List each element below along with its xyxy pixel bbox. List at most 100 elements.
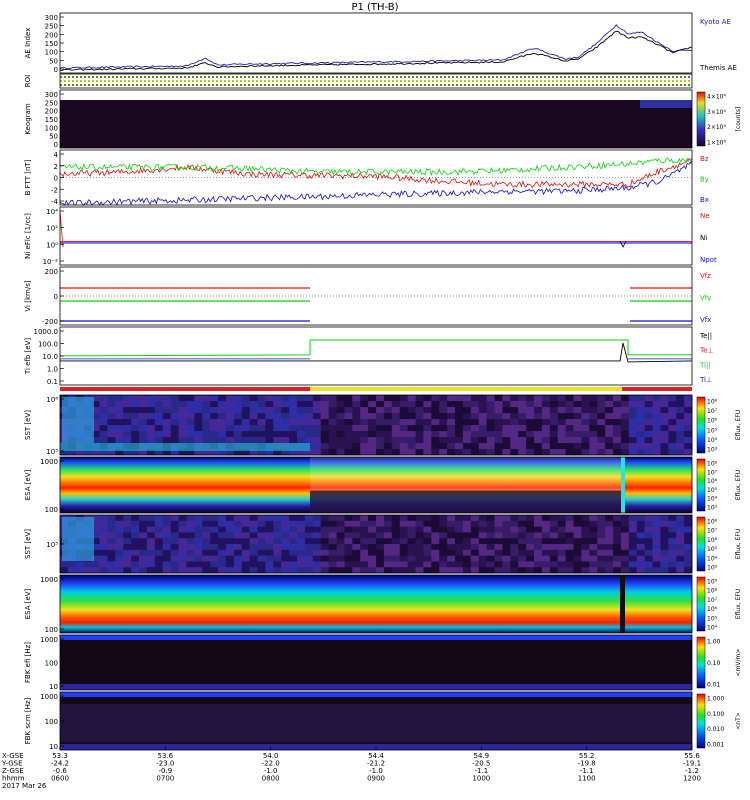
spectrogram-sst1 xyxy=(60,395,693,456)
spectrogram-cell xyxy=(273,520,282,528)
spectrogram-cell xyxy=(154,567,164,574)
spectrogram-cell xyxy=(573,567,582,574)
spectrogram-cell xyxy=(565,526,574,533)
spectrogram-cell xyxy=(573,449,582,456)
spectrogram-cell xyxy=(447,532,456,539)
spectrogram-cell xyxy=(289,532,298,539)
spectrogram-cell xyxy=(99,561,108,568)
spectrogram-cell xyxy=(478,425,488,432)
spectrogram-cell xyxy=(399,401,409,408)
spectrogram-cell xyxy=(186,425,195,432)
spectrogram-cell xyxy=(541,407,551,414)
spectrogram-cell xyxy=(344,431,353,438)
spectrogram-cell xyxy=(581,449,590,456)
spectrogram-cell xyxy=(557,538,567,545)
spectrogram-cell xyxy=(233,425,243,432)
spectrogram-cell xyxy=(194,567,203,574)
spectrogram-cell xyxy=(549,395,559,402)
spectrogram-cell xyxy=(107,431,116,438)
spectrogram-cell xyxy=(462,449,472,456)
spectrogram-cell xyxy=(170,567,179,574)
spectrogram-cell xyxy=(534,443,543,450)
spectrogram-cell xyxy=(304,532,314,539)
spectrogram-cell xyxy=(478,538,488,545)
spectrogram-cell xyxy=(684,520,693,528)
colorbar-label: 10⁹ xyxy=(707,579,718,586)
spectrogram-cell xyxy=(320,413,330,420)
spectrogram-cell xyxy=(534,561,543,568)
colorbar-title: [counts] xyxy=(735,107,742,132)
spectrogram-cell xyxy=(470,549,480,557)
spectrogram-cell xyxy=(170,413,179,420)
spectrogram-cell xyxy=(170,437,179,444)
spectrogram-cell xyxy=(257,532,266,539)
spectrogram-cell xyxy=(202,520,211,528)
spectrogram-cell xyxy=(510,526,519,533)
spectrogram-cell xyxy=(123,555,132,562)
colorbar-label: 10⁴ xyxy=(707,625,718,632)
spectrogram-cell xyxy=(218,549,227,557)
spectrogram-cell xyxy=(407,520,416,528)
spectrogram-cell xyxy=(581,431,590,438)
spectrogram-cell xyxy=(486,555,495,562)
series-line-themis-ae xyxy=(59,30,692,72)
spectrogram-cell xyxy=(644,407,653,414)
spectrogram-cell xyxy=(494,555,503,562)
spectrogram-cell xyxy=(439,526,448,533)
spectrogram-cell xyxy=(423,401,432,408)
spectrogram-cell xyxy=(478,413,488,420)
spectrogram-cell xyxy=(597,437,606,444)
spectrogram-cell xyxy=(407,515,416,522)
spectrogram-cell xyxy=(186,526,195,533)
spectrogram-cell xyxy=(502,515,511,522)
spectrogram-cell xyxy=(502,425,511,432)
spectrogram-cell xyxy=(344,544,353,551)
spectrogram-cell xyxy=(526,555,535,562)
legend-entry: Bz xyxy=(700,155,709,163)
spectrogram-cell xyxy=(194,395,203,402)
colorbar-label: 10⁷ xyxy=(707,408,718,415)
spectrogram-cell xyxy=(541,549,551,557)
spectrogram-cell xyxy=(376,555,385,562)
spectrogram-cell xyxy=(368,401,377,408)
spectrogram-cell xyxy=(123,561,132,568)
spectrogram-cell xyxy=(510,413,519,420)
spectrogram-cell xyxy=(162,401,172,408)
spectrogram-cell xyxy=(312,395,322,402)
spectrogram-cell xyxy=(320,538,330,545)
spectrogram-cell xyxy=(123,520,132,528)
fbk-bottom-band xyxy=(60,684,692,690)
spectrogram-cell xyxy=(455,419,464,426)
spectrogram-cell xyxy=(328,407,337,414)
spectrogram-cell xyxy=(352,437,361,444)
spectrogram-cell xyxy=(502,520,511,528)
spectrogram-cell xyxy=(494,413,503,420)
spectrogram-cell xyxy=(289,526,298,533)
spectrogram-cell xyxy=(605,520,614,528)
spectrogram-cell xyxy=(115,401,124,408)
spectrogram-cell xyxy=(170,555,179,562)
spectrogram-cell xyxy=(194,407,203,414)
spectrogram-cell xyxy=(660,419,669,426)
spectrogram-cell xyxy=(336,431,345,438)
spectrogram-cell xyxy=(644,532,653,539)
spectrogram-cell xyxy=(684,431,693,438)
spectrogram-cell xyxy=(628,538,638,545)
spectrogram-cell xyxy=(478,449,488,456)
y-axis-label-temperature: Ti efb [eV] xyxy=(24,338,32,375)
spectrogram-cell xyxy=(589,555,598,562)
spectrogram-cell xyxy=(447,425,456,432)
spectrogram-cell xyxy=(249,567,258,574)
spectrogram-cell xyxy=(202,538,211,545)
y-tick-label: 10 xyxy=(49,683,58,691)
spectrogram-cell xyxy=(494,431,503,438)
spectrogram-cell xyxy=(628,532,638,539)
panel-frame-density xyxy=(59,206,693,266)
spectrogram-cell xyxy=(328,515,337,522)
spectrogram-cell xyxy=(336,407,345,414)
y-tick-label: 0 xyxy=(54,66,58,74)
spectrogram-cell xyxy=(676,425,685,432)
spectrogram-cell xyxy=(636,567,646,574)
spectrogram-cell xyxy=(684,544,693,551)
spectrogram-cell xyxy=(652,419,661,426)
